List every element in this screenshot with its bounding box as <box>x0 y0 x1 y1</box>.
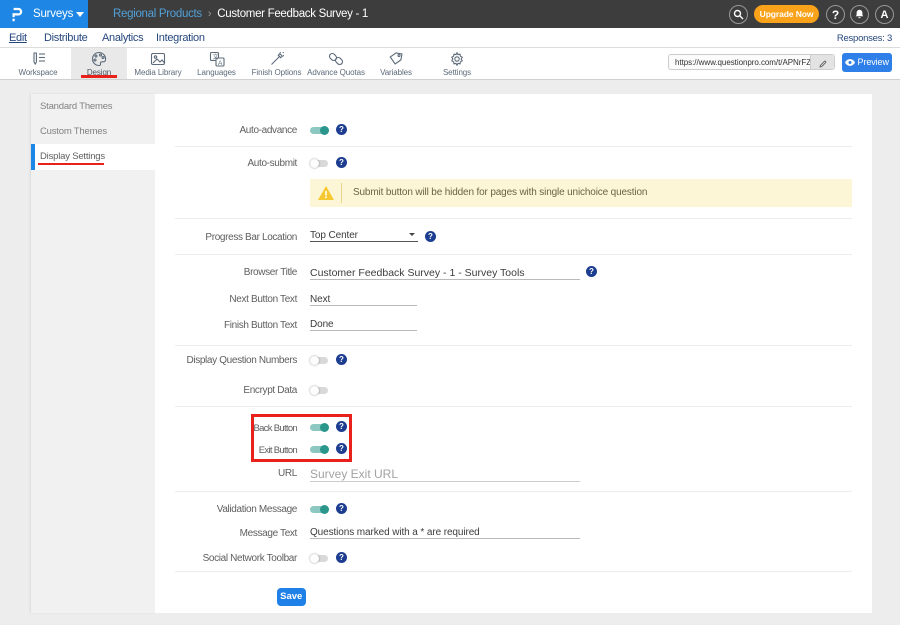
svg-text:A: A <box>218 60 223 67</box>
